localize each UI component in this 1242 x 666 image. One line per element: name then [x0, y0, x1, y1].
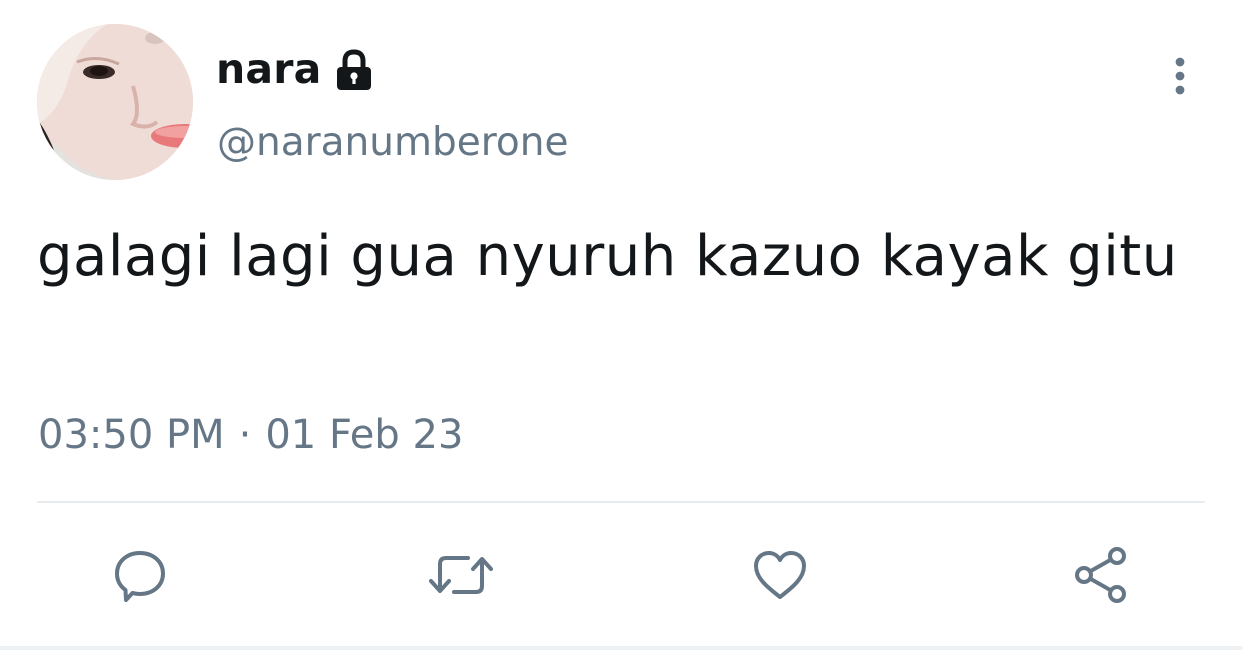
lock-icon	[334, 48, 374, 92]
retweet-button[interactable]	[426, 540, 496, 610]
avatar-photo	[37, 24, 193, 180]
user-handle[interactable]: @naranumberone	[217, 120, 568, 165]
display-name[interactable]: nara	[216, 45, 322, 93]
share-icon	[1075, 547, 1126, 603]
divider	[37, 501, 1205, 503]
timestamp-separator: ·	[238, 412, 252, 458]
bottom-divider	[0, 646, 1242, 650]
tweet-text: galagi lagi gua nyuruh kazuo kayak gitu	[37, 224, 1178, 289]
reply-icon	[115, 551, 165, 602]
share-button[interactable]	[1067, 540, 1137, 610]
display-name-row: nara	[216, 42, 374, 96]
avatar[interactable]	[37, 24, 193, 180]
tweet-card: nara @naranumberone galagi lagi gua nyur…	[0, 0, 1242, 666]
reply-button[interactable]	[105, 540, 175, 610]
retweet-icon	[429, 556, 493, 594]
timestamp-row[interactable]: 03:50 PM · 01 Feb 23	[38, 412, 463, 458]
like-button[interactable]	[745, 540, 815, 610]
heart-icon	[754, 551, 806, 599]
tweet-date: 01 Feb 23	[265, 412, 464, 458]
tweet-time: 03:50 PM	[38, 412, 225, 458]
more-vertical-icon[interactable]	[1166, 56, 1194, 96]
